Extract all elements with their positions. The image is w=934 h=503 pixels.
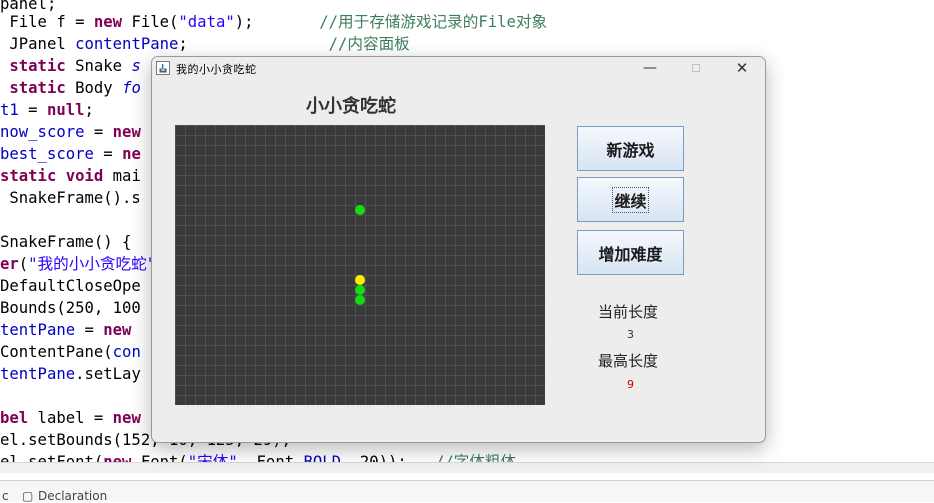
best-length-value: 9	[627, 378, 634, 391]
code-line: static Body fo	[9, 79, 141, 97]
close-button[interactable]: ✕	[719, 57, 765, 80]
code-line: JPanel contentPane; //内容面板	[0, 35, 410, 53]
best-length-label: 最高长度	[598, 352, 659, 370]
code-line: t1 = null;	[0, 101, 94, 119]
code-line: now_score = new	[0, 123, 141, 141]
window-title: 我的小小贪吃蛇	[176, 63, 257, 76]
snake-head	[355, 275, 365, 285]
code-line: el.setFont(new Font("宋体", Font.BOLD, 20)…	[0, 453, 517, 462]
code-line: SnakeFrame() {	[0, 233, 132, 251]
code-line: best_score = ne	[0, 145, 141, 163]
code-line: er("我的小小贪吃蛇"	[0, 255, 157, 273]
code-line: File f = new File("data"); //用于存储游戏记录的Fi…	[0, 13, 548, 31]
code-line: DefaultCloseOpe	[0, 277, 141, 295]
java-app-icon	[156, 61, 170, 75]
minimize-button[interactable]: —	[627, 57, 673, 80]
increase-difficulty-button[interactable]: 增加难度	[577, 230, 684, 275]
code-line: tentPane = new	[0, 321, 132, 339]
horizontal-scrollbar[interactable]	[0, 462, 934, 473]
game-heading: 小小贪吃蛇	[306, 96, 396, 117]
current-length-value: 3	[627, 328, 634, 341]
food-dot	[355, 205, 365, 215]
code-line: bel label = new	[0, 409, 141, 427]
code-line: ContentPane(con	[0, 343, 141, 361]
snake-body-segment	[355, 295, 365, 305]
current-length-label: 当前长度	[598, 303, 659, 321]
continue-button-label: 继续	[612, 186, 649, 213]
code-line: Bounds(250, 100	[0, 299, 141, 317]
code-line: static void mai	[0, 167, 141, 185]
maximize-button[interactable]: ☐	[673, 57, 719, 80]
new-game-button[interactable]: 新游戏	[577, 126, 684, 171]
game-board	[175, 125, 545, 405]
code-line: tentPane.setLay	[0, 365, 141, 383]
code-line: SnakeFrame().s	[0, 189, 141, 207]
snake-body-segment	[355, 285, 365, 295]
continue-button[interactable]: 继续	[577, 177, 684, 222]
title-bar[interactable]: 我的小小贪吃蛇 — ☐ ✕	[152, 57, 765, 80]
code-line: static Snake s	[9, 57, 141, 75]
bottom-panel-tabs: c ▢ Declaration	[0, 480, 934, 503]
snake-game-window: 我的小小贪吃蛇 — ☐ ✕ 小小贪吃蛇 新游戏 继续 增加难度 当前长度 3 最…	[151, 56, 766, 443]
